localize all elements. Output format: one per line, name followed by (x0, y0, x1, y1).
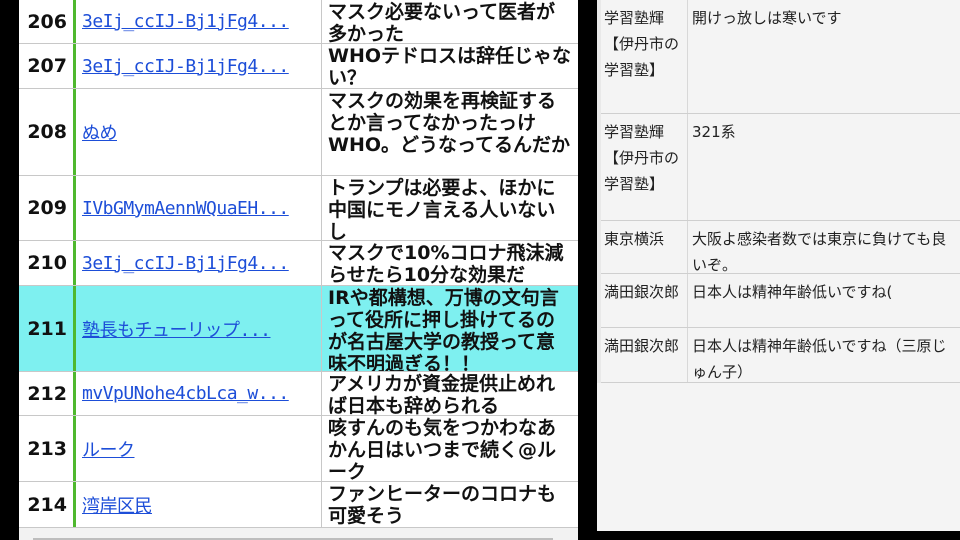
comment-text: IRや都構想、万博の文句言って役所に押し掛けてるのが名古屋大学の教授って意味不明… (328, 287, 559, 371)
chat-message: 学習塾輝【伊丹市の学習塾】 321系 (601, 113, 960, 220)
comment-number: 209 (27, 197, 67, 219)
chat-text: 321系 (687, 114, 956, 220)
comment-user-link[interactable]: 3eIj_ccIJ-Bj1jFg4... (76, 44, 322, 88)
comment-row: 206 3eIj_ccIJ-Bj1jFg4... マスク必要ないって医者が多かっ… (19, 0, 578, 44)
comment-table: 206 3eIj_ccIJ-Bj1jFg4... マスク必要ないって医者が多かっ… (19, 0, 578, 540)
comment-user-link[interactable]: 塾長もチューリップ... (76, 286, 322, 371)
comment-text: トランプは必要よ、ほかに中国にモノ言える人いないし (328, 177, 556, 240)
comment-user-link[interactable]: ぬめ (76, 89, 322, 175)
comment-user-link[interactable]: IVbGMymAennWQuaEH... (76, 176, 322, 240)
comment-user-link[interactable]: 3eIj_ccIJ-Bj1jFg4... (76, 0, 322, 43)
chat-author: 学習塾輝【伊丹市の学習塾】 (604, 123, 680, 193)
comment-row: 207 3eIj_ccIJ-Bj1jFg4... WHOテドロスは辞任じゃない？ (19, 44, 578, 89)
chat-message: 東京横浜 大阪よ感染者数では東京に負けても良いぞ。 (601, 220, 960, 274)
comment-row: 212 mvVpUNohe4cbLca_w... アメリカが資金提供止めれば日本… (19, 372, 578, 416)
comment-number: 211 (27, 317, 67, 340)
chat-message: 満田銀次郎 日本人は精神年齢低いですね( (601, 273, 960, 327)
comment-user-link[interactable]: 3eIj_ccIJ-Bj1jFg4... (76, 241, 322, 285)
chat-author: 満田銀次郎 (604, 283, 680, 301)
chat-author: 学習塾輝【伊丹市の学習塾】 (604, 9, 680, 79)
comment-number: 213 (27, 437, 67, 460)
comment-number: 214 (27, 493, 67, 516)
comment-text: ファンヒーターのコロナも可愛そう (328, 483, 557, 527)
comment-row: 214 湾岸区民 ファンヒーターのコロナも可愛そう (19, 482, 578, 528)
chat-author: 満田銀次郎 (604, 337, 680, 355)
chat-text: 日本人は精神年齢低いですね( (687, 274, 956, 327)
comment-user-link[interactable]: mvVpUNohe4cbLca_w... (76, 372, 322, 415)
chat-text: 開けっ放しは寒いです (687, 0, 956, 113)
chat-text: 日本人は精神年齢低いですね（三原じゅん子） (687, 328, 956, 382)
comment-text: マスクで10%コロナ飛沫減らせたら10分な効果だ (328, 242, 564, 285)
chat-message: 学習塾輝【伊丹市の学習塾】 開けっ放しは寒いです (601, 0, 960, 113)
comment-user-link[interactable]: 湾岸区民 (76, 482, 322, 527)
comment-number: 208 (27, 121, 67, 143)
comment-number: 210 (27, 252, 67, 274)
comment-user-link[interactable]: ルーク (76, 416, 322, 481)
comment-number: 207 (27, 55, 67, 77)
comment-row-highlighted: 211 塾長もチューリップ... IRや都構想、万博の文句言って役所に押し掛けて… (19, 286, 578, 372)
comment-text: マスク必要ないって医者が多かった (328, 1, 556, 43)
comment-number: 212 (27, 382, 67, 405)
chat-message: 満田銀次郎 日本人は精神年齢低いですね（三原じゅん子） (601, 327, 960, 383)
comment-text: 咳すんのも気をつかわなあかん日はいつまで続く@ルーク (328, 417, 557, 481)
comment-number: 206 (27, 10, 67, 33)
live-chat-panel: 学習塾輝【伊丹市の学習塾】 開けっ放しは寒いです 学習塾輝【伊丹市の学習塾】 3… (597, 0, 960, 531)
comment-text: アメリカが資金提供止めれば日本も辞められる (328, 373, 556, 415)
comment-row: 209 IVbGMymAennWQuaEH... トランプは必要よ、ほかに中国に… (19, 176, 578, 241)
chat-text: 大阪よ感染者数では東京に負けても良いぞ。 (687, 221, 956, 274)
chat-author: 東京横浜 (604, 230, 665, 248)
comment-row: 208 ぬめ マスクの効果を再検証するとか言ってなかったっけWHO。どうなってる… (19, 89, 578, 176)
comment-text: WHOテドロスは辞任じゃない？ (328, 45, 572, 88)
comment-row: 213 ルーク 咳すんのも気をつかわなあかん日はいつまで続く@ルーク (19, 416, 578, 482)
comment-text: マスクの効果を再検証するとか言ってなかったっけWHO。どうなってるんだか (328, 90, 571, 156)
comment-row: 210 3eIj_ccIJ-Bj1jFg4... マスクで10%コロナ飛沫減らせ… (19, 241, 578, 286)
